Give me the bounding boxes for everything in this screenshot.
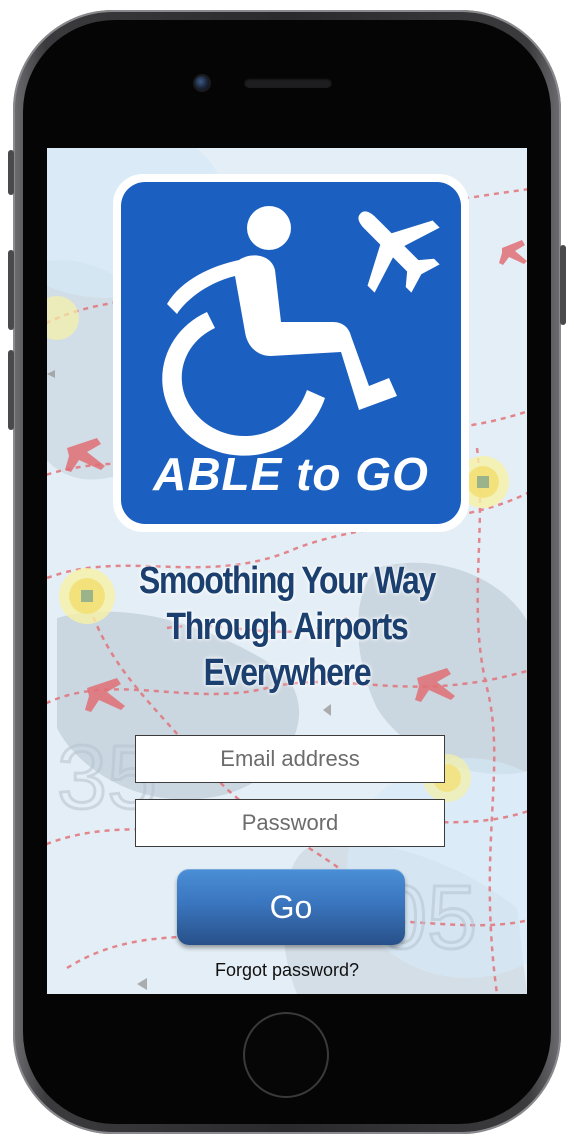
tagline: Smoothing Your Way Through Airports Ever… (85, 558, 488, 696)
tagline-line-2: Through Airports (166, 606, 408, 648)
forgot-password-link[interactable]: Forgot password? (47, 960, 527, 981)
front-camera (195, 76, 209, 90)
mute-switch (8, 150, 14, 195)
home-button[interactable] (245, 1014, 327, 1096)
earpiece-speaker (244, 78, 332, 88)
tagline-line-1: Smoothing Your Way (139, 560, 436, 602)
volume-up-button (8, 250, 14, 330)
volume-down-button (8, 350, 14, 430)
tagline-line-3: Everywhere (203, 652, 372, 694)
power-button (560, 245, 566, 325)
logo-text: ABLE to GO (152, 448, 429, 500)
password-field[interactable] (135, 799, 445, 847)
go-button[interactable]: Go (177, 869, 405, 945)
app-screen: 35 05 ABLE to GO Smoothing Your Way Thro… (47, 148, 527, 994)
email-field[interactable] (135, 735, 445, 783)
able-to-go-logo: ABLE to GO (113, 174, 469, 532)
